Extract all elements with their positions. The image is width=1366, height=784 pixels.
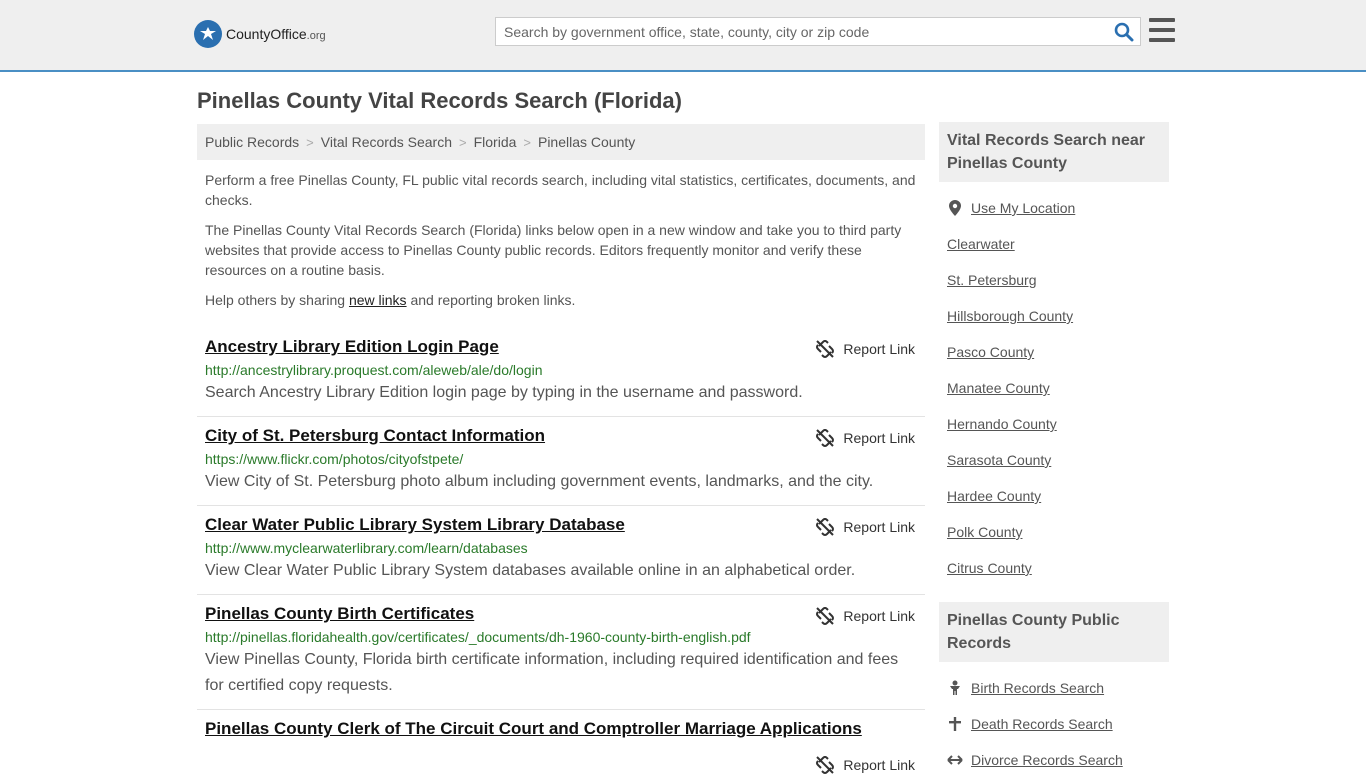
breadcrumb: Public Records > Vital Records Search > … (197, 124, 925, 160)
result-item: Clear Water Public Library System Librar… (197, 506, 925, 595)
list-item: Hernando County (947, 406, 1161, 442)
cross-icon (947, 717, 963, 731)
result-item: Pinellas County Clerk of The Circuit Cou… (197, 710, 925, 774)
broken-link-icon (816, 518, 835, 536)
result-title-link[interactable]: Pinellas County Clerk of The Circuit Cou… (205, 718, 917, 740)
intro-paragraph-3: Help others by sharing new links and rep… (197, 290, 925, 310)
report-link-label: Report Link (843, 341, 915, 357)
main-content: Perform a free Pinellas County, FL publi… (197, 170, 925, 774)
result-title-link[interactable]: Ancestry Library Edition Login Page (205, 336, 917, 358)
report-link-label: Report Link (843, 430, 915, 446)
nearby-link-hillsborough-county[interactable]: Hillsborough County (947, 308, 1073, 324)
chevron-right-icon: > (306, 134, 314, 150)
report-link-button[interactable]: Report Link (815, 756, 915, 774)
public-records-list: Birth Records Search Death Records Searc… (939, 662, 1169, 784)
list-item: Pasco County (947, 334, 1161, 370)
result-description: View Clear Water Public Library System d… (205, 562, 856, 579)
list-item: Citrus County (947, 550, 1161, 586)
result-title-link[interactable]: Clear Water Public Library System Librar… (205, 514, 917, 536)
report-link-label: Report Link (843, 757, 915, 773)
logo-text: CountyOffice.org (226, 26, 326, 42)
list-item: Hardee County (947, 478, 1161, 514)
report-link-button[interactable]: Report Link (815, 518, 915, 536)
list-item: Death Records Search (947, 706, 1161, 742)
hamburger-menu-icon[interactable] (1149, 18, 1175, 42)
result-url: http://pinellas.floridahealth.gov/certif… (205, 629, 751, 645)
list-item: Sarasota County (947, 442, 1161, 478)
intro-text: Help others by sharing (205, 292, 349, 308)
breadcrumb-public-records[interactable]: Public Records (205, 134, 299, 150)
result-url: https://www.flickr.com/photos/cityofstpe… (205, 451, 464, 467)
nearby-link-sarasota-county[interactable]: Sarasota County (947, 452, 1051, 468)
divorce-records-search-link[interactable]: Divorce Records Search (971, 752, 1123, 768)
intro: Perform a free Pinellas County, FL publi… (197, 170, 925, 310)
arrows-split-icon (947, 754, 963, 766)
logo-name: CountyOffice (226, 26, 307, 42)
nearby-link-st-petersburg[interactable]: St. Petersburg (947, 272, 1037, 288)
result-url: http://www.myclearwaterlibrary.com/learn… (205, 540, 528, 556)
list-item: St. Petersburg (947, 262, 1161, 298)
list-item: Clearwater (947, 226, 1161, 262)
intro-text: and reporting broken links. (406, 292, 576, 308)
nearby-link-clearwater[interactable]: Clearwater (947, 236, 1015, 252)
broken-link-icon (816, 429, 835, 447)
list-item: Birth Records Search (947, 670, 1161, 706)
map-marker-icon (947, 200, 963, 216)
list-item: Divorce Records Search (947, 742, 1161, 778)
logo-emblem-icon (194, 20, 222, 48)
search-bar (495, 17, 1141, 46)
search-icon (1114, 22, 1134, 41)
logo-suffix: .org (306, 30, 326, 42)
nearby-link-hardee-county[interactable]: Hardee County (947, 488, 1041, 504)
breadcrumb-pinellas-county[interactable]: Pinellas County (538, 134, 635, 150)
use-my-location-link[interactable]: Use My Location (971, 200, 1075, 216)
report-link-button[interactable]: Report Link (815, 340, 915, 358)
broken-link-icon (816, 607, 835, 625)
nearby-link-hernando-county[interactable]: Hernando County (947, 416, 1057, 432)
intro-paragraph-2: The Pinellas County Vital Records Search… (205, 222, 902, 278)
nearby-link-citrus-county[interactable]: Citrus County (947, 560, 1032, 576)
report-link-label: Report Link (843, 608, 915, 624)
list-item: Manatee County (947, 370, 1161, 406)
chevron-right-icon: > (459, 134, 467, 150)
report-link-label: Report Link (843, 519, 915, 535)
broken-link-icon (816, 756, 835, 774)
site-logo[interactable]: CountyOffice.org (194, 20, 326, 48)
result-item: City of St. Petersburg Contact Informati… (197, 417, 925, 506)
result-description: View City of St. Petersburg photo album … (205, 473, 874, 490)
chevron-right-icon: > (523, 134, 531, 150)
result-item: Ancestry Library Edition Login Page http… (197, 328, 925, 417)
page-title: Pinellas County Vital Records Search (Fl… (197, 88, 682, 113)
list-item: Hillsborough County (947, 298, 1161, 334)
death-records-search-link[interactable]: Death Records Search (971, 716, 1113, 732)
baby-icon (947, 680, 963, 696)
list-item: Polk County (947, 514, 1161, 550)
list-item: Use My Location (947, 190, 1161, 226)
result-title-link[interactable]: Pinellas County Birth Certificates (205, 603, 917, 625)
nearby-link-manatee-county[interactable]: Manatee County (947, 380, 1050, 396)
result-description: View Pinellas County, Florida birth cert… (205, 651, 899, 694)
site-header: CountyOffice.org (0, 0, 1366, 72)
broken-link-icon (816, 340, 835, 358)
birth-records-search-link[interactable]: Birth Records Search (971, 680, 1104, 696)
nearby-list: Use My Location Clearwater St. Petersbur… (939, 182, 1169, 592)
new-links-link[interactable]: new links (349, 292, 407, 308)
breadcrumb-florida[interactable]: Florida (474, 134, 517, 150)
nearby-link-polk-county[interactable]: Polk County (947, 524, 1022, 540)
breadcrumb-vital-records-search[interactable]: Vital Records Search (321, 134, 452, 150)
search-button[interactable] (1108, 18, 1140, 45)
sidebar: Vital Records Search near Pinellas Count… (939, 122, 1169, 784)
nearby-link-pasco-county[interactable]: Pasco County (947, 344, 1034, 360)
report-link-button[interactable]: Report Link (815, 607, 915, 625)
result-description: Search Ancestry Library Edition login pa… (205, 384, 803, 401)
sidebar-heading-public-records: Pinellas County Public Records (939, 602, 1169, 662)
results-list: Ancestry Library Edition Login Page http… (197, 328, 925, 774)
result-url: http://ancestrylibrary.proquest.com/alew… (205, 362, 543, 378)
sidebar-heading-nearby: Vital Records Search near Pinellas Count… (939, 122, 1169, 182)
result-item: Pinellas County Birth Certificates http:… (197, 595, 925, 710)
report-link-button[interactable]: Report Link (815, 429, 915, 447)
result-title-link[interactable]: City of St. Petersburg Contact Informati… (205, 425, 917, 447)
intro-paragraph-1: Perform a free Pinellas County, FL publi… (205, 172, 916, 208)
search-input[interactable] (496, 18, 1108, 45)
